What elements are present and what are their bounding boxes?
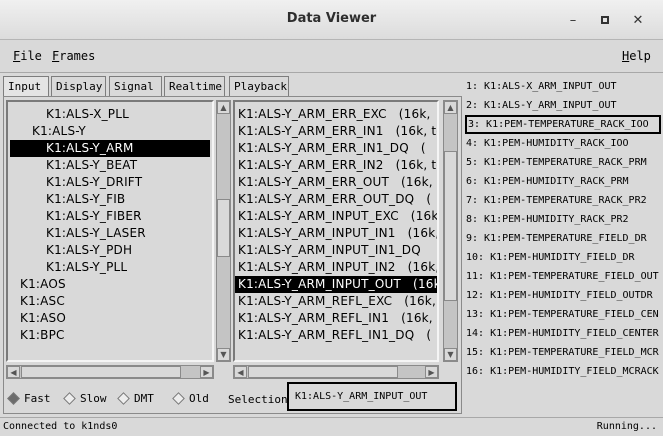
slot-item[interactable]: 11: K1:PEM-TEMPERATURE_FIELD_OUT: [465, 267, 661, 286]
scroll-down-icon[interactable]: ▼: [444, 348, 457, 361]
tree-item[interactable]: K1:ALS-Y_PLL: [8, 259, 212, 276]
signal-list[interactable]: K1:ALS-Y_ARM_ERR_EXC (16k, K1:ALS-Y_ARM_E…: [233, 100, 439, 362]
connection-status: Connected to k1nds0: [3, 421, 118, 432]
slot-item[interactable]: 6: K1:PEM-HUMIDITY_RACK_PRM: [465, 172, 661, 191]
tree-item[interactable]: K1:ALS-Y_FIB: [8, 191, 212, 208]
signal-list-item[interactable]: K1:ALS-Y_ARM_ERR_OUT (16k,: [235, 174, 437, 191]
radio-icon: [172, 392, 185, 405]
slot-item[interactable]: 8: K1:PEM-HUMIDITY_RACK_PR2: [465, 210, 661, 229]
tree-item[interactable]: K1:ALS-Y_ARM: [10, 140, 210, 157]
maximize-icon[interactable]: [595, 10, 615, 30]
tree-item[interactable]: K1:ASC: [8, 293, 212, 310]
slot-item[interactable]: 5: K1:PEM-TEMPERATURE_RACK_PRM: [465, 153, 661, 172]
signal-list-item[interactable]: K1:ALS-Y_ARM_ERR_IN2 (16k, te: [235, 157, 437, 174]
rate-radio-dmt[interactable]: DMT: [117, 392, 154, 405]
slot-item[interactable]: 12: K1:PEM-HUMIDITY_FIELD_OUTDR: [465, 286, 661, 305]
radio-label: Fast: [24, 392, 51, 405]
slot-item[interactable]: 4: K1:PEM-HUMIDITY_RACK_IOO: [465, 134, 661, 153]
radio-label: Old: [189, 392, 209, 405]
title-bar: Data Viewer – ✕: [0, 0, 663, 40]
menu-bar: File Frames Help: [0, 40, 663, 73]
menu-help[interactable]: Help: [622, 49, 651, 63]
scroll-right-icon[interactable]: ▶: [425, 366, 438, 378]
signal-horizontal-scrollbar[interactable]: ◀ ▶: [233, 365, 439, 379]
scroll-thumb[interactable]: [444, 151, 457, 301]
close-icon[interactable]: ✕: [628, 10, 648, 30]
tree-item[interactable]: K1:ALS-Y_FIBER: [8, 208, 212, 225]
radio-icon: [63, 392, 76, 405]
signal-list-item[interactable]: K1:ALS-Y_ARM_REFL_IN1_DQ (: [235, 327, 437, 344]
scroll-up-icon[interactable]: ▲: [444, 101, 457, 114]
tab-realtime[interactable]: Realtime: [164, 76, 225, 96]
slot-item[interactable]: 2: K1:ALS-Y_ARM_INPUT_OUT: [465, 96, 661, 115]
signal-list-item[interactable]: K1:ALS-Y_ARM_INPUT_IN2 (16k,: [235, 259, 437, 276]
radio-label: DMT: [134, 392, 154, 405]
signal-list-item[interactable]: K1:ALS-Y_ARM_INPUT_IN1_DQ: [235, 242, 437, 259]
slot-item[interactable]: 16: K1:PEM-HUMIDITY_FIELD_MCRACK: [465, 362, 661, 381]
radio-selected-icon: [7, 392, 20, 405]
signal-list-item[interactable]: K1:ALS-Y_ARM_ERR_OUT_DQ (: [235, 191, 437, 208]
menu-frames[interactable]: Frames: [52, 49, 95, 63]
tree-item[interactable]: K1:ALS-Y_LASER: [8, 225, 212, 242]
status-bar: Connected to k1nds0 Running...: [0, 417, 663, 436]
scroll-left-icon[interactable]: ◀: [7, 366, 20, 378]
signal-list-item[interactable]: K1:ALS-Y_ARM_REFL_EXC (16k,: [235, 293, 437, 310]
slot-item[interactable]: 13: K1:PEM-TEMPERATURE_FIELD_CEN: [465, 305, 661, 324]
tree-vertical-scrollbar[interactable]: ▲ ▼: [216, 100, 231, 362]
scroll-thumb[interactable]: [21, 366, 181, 378]
radio-icon: [117, 392, 130, 405]
signal-list-item[interactable]: K1:ALS-Y_ARM_ERR_IN1 (16k, te: [235, 123, 437, 140]
channel-tree[interactable]: K1:ALS-X_PLL K1:ALS-Y K1:ALS-Y_ARM K1:ALS-Y…: [6, 100, 214, 362]
tree-item[interactable]: K1:BPC: [8, 327, 212, 344]
tab-display[interactable]: Display: [51, 76, 106, 96]
signal-vertical-scrollbar[interactable]: ▲ ▼: [443, 100, 458, 362]
radio-label: Slow: [80, 392, 107, 405]
scroll-right-icon[interactable]: ▶: [200, 366, 213, 378]
selection-field[interactable]: K1:ALS-Y_ARM_INPUT_OUT: [287, 382, 457, 411]
menu-file[interactable]: File: [13, 49, 42, 63]
slot-item[interactable]: 1: K1:ALS-X_ARM_INPUT_OUT: [465, 77, 661, 96]
rate-radio-fast[interactable]: Fast: [7, 392, 51, 405]
scroll-thumb[interactable]: [217, 199, 230, 257]
tree-item[interactable]: K1:ALS-Y_PDH: [8, 242, 212, 259]
tab-input[interactable]: Input: [3, 76, 49, 96]
signal-list-item[interactable]: K1:ALS-Y_ARM_ERR_IN1_DQ (: [235, 140, 437, 157]
slot-list: 1: K1:ALS-X_ARM_INPUT_OUT 2: K1:ALS-Y_ARM…: [463, 76, 663, 416]
signal-list-item[interactable]: K1:ALS-Y_ARM_INPUT_EXC (16k: [235, 208, 437, 225]
scroll-up-icon[interactable]: ▲: [217, 101, 230, 114]
rate-radio-slow[interactable]: Slow: [63, 392, 107, 405]
run-status: Running...: [596, 421, 657, 432]
signal-list-item[interactable]: K1:ALS-Y_ARM_INPUT_OUT (16k: [235, 276, 437, 293]
tree-item[interactable]: K1:ALS-X_PLL: [8, 106, 212, 123]
tree-item[interactable]: K1:ALS-Y_DRIFT: [8, 174, 212, 191]
signal-list-item[interactable]: K1:ALS-Y_ARM_REFL_IN1 (16k,: [235, 310, 437, 327]
minimize-icon[interactable]: –: [563, 10, 583, 30]
scroll-thumb[interactable]: [248, 366, 398, 378]
slot-item[interactable]: 14: K1:PEM-HUMIDITY_FIELD_CENTER: [465, 324, 661, 343]
tab-signal[interactable]: Signal: [109, 76, 162, 96]
tree-item[interactable]: K1:ASO: [8, 310, 212, 327]
tree-item[interactable]: K1:ALS-Y: [8, 123, 212, 140]
scroll-down-icon[interactable]: ▼: [217, 348, 230, 361]
tree-item[interactable]: K1:AOS: [8, 276, 212, 293]
slot-item[interactable]: 3: K1:PEM-TEMPERATURE_RACK_IOO: [465, 115, 661, 134]
tree-item[interactable]: K1:ALS-Y_BEAT: [8, 157, 212, 174]
rate-radio-old[interactable]: Old: [172, 392, 209, 405]
slot-item[interactable]: 15: K1:PEM-TEMPERATURE_FIELD_MCR: [465, 343, 661, 362]
slot-item[interactable]: 9: K1:PEM-TEMPERATURE_FIELD_DR: [465, 229, 661, 248]
tab-playback[interactable]: Playback: [229, 76, 289, 96]
scroll-left-icon[interactable]: ◀: [234, 366, 247, 378]
slot-item[interactable]: 7: K1:PEM-TEMPERATURE_RACK_PR2: [465, 191, 661, 210]
slot-item[interactable]: 10: K1:PEM-HUMIDITY_FIELD_DR: [465, 248, 661, 267]
signal-list-item[interactable]: K1:ALS-Y_ARM_INPUT_IN1 (16k,: [235, 225, 437, 242]
signal-list-item[interactable]: K1:ALS-Y_ARM_ERR_EXC (16k,: [235, 106, 437, 123]
selection-label: Selection: [228, 393, 288, 406]
tree-horizontal-scrollbar[interactable]: ◀ ▶: [6, 365, 214, 379]
